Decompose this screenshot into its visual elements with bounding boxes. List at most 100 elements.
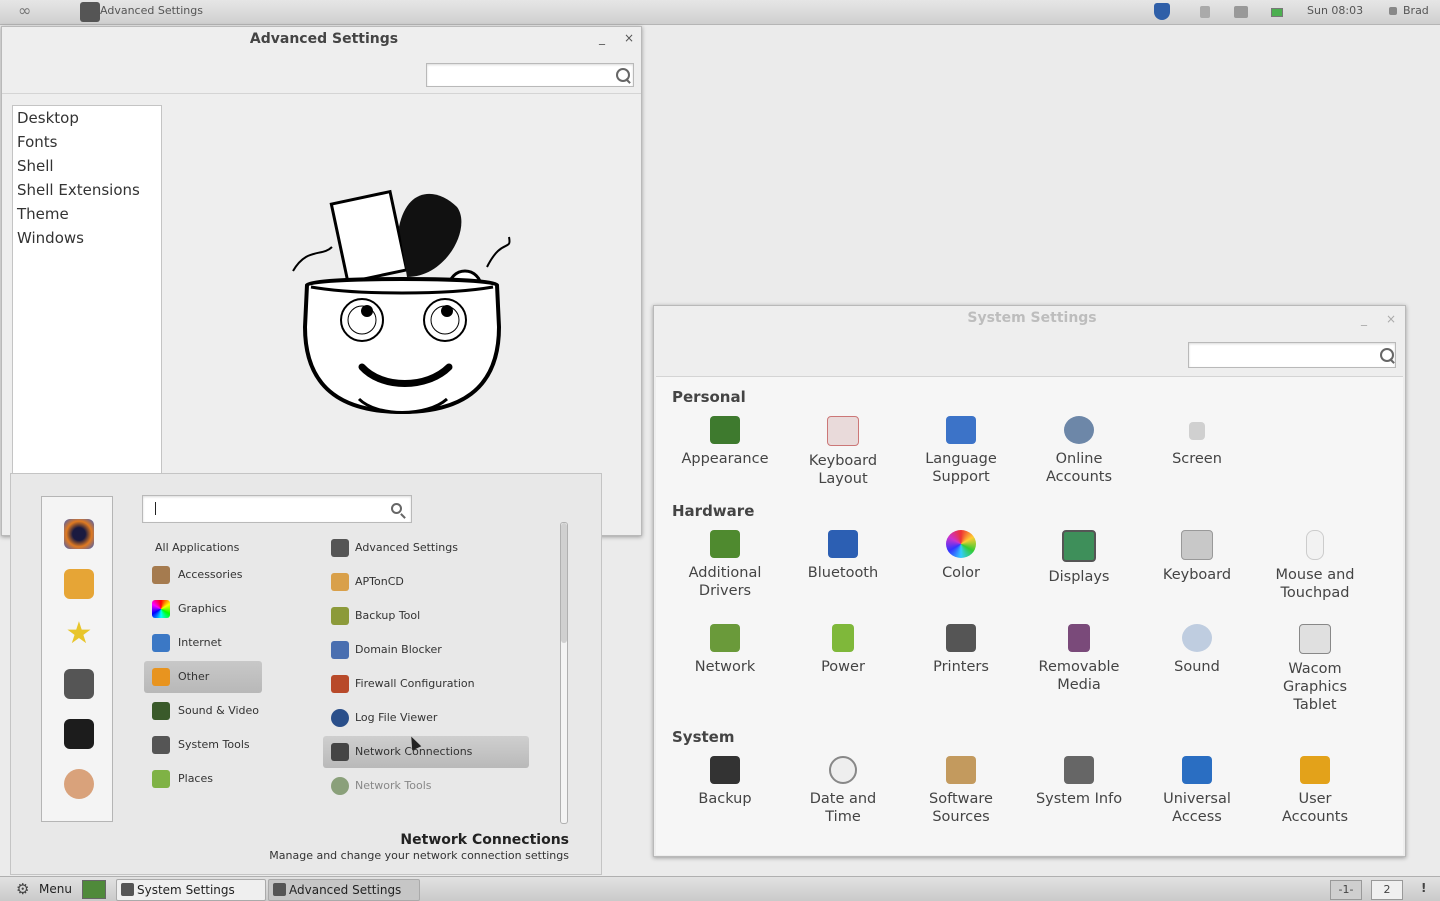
workspace-1[interactable]: -1- bbox=[1330, 880, 1362, 900]
battery-icon[interactable] bbox=[1271, 8, 1283, 17]
item-user-accounts[interactable]: User Accounts bbox=[1256, 756, 1374, 826]
sidebar-item-windows[interactable]: Windows bbox=[13, 226, 161, 250]
log-viewer-icon bbox=[331, 709, 349, 727]
sidebar-item-fonts[interactable]: Fonts bbox=[13, 130, 161, 154]
appearance-icon bbox=[710, 416, 740, 444]
item-label: Wacom Graphics Tablet bbox=[1282, 661, 1348, 713]
keyboard-layout-icon bbox=[827, 416, 859, 446]
item-backup[interactable]: Backup bbox=[666, 756, 784, 808]
task-advanced-settings[interactable]: Advanced Settings bbox=[268, 879, 420, 901]
item-label: Universal Access bbox=[1163, 791, 1231, 825]
color-icon bbox=[946, 530, 976, 558]
sidebar-item-desktop[interactable]: Desktop bbox=[13, 106, 161, 130]
fav-browser-icon[interactable] bbox=[64, 519, 94, 549]
shield-icon[interactable] bbox=[1154, 3, 1170, 20]
workspace-2[interactable]: 2 bbox=[1371, 880, 1403, 900]
top-panel: ∞ Advanced Settings Sun 08:03 Brad bbox=[0, 0, 1440, 25]
backup-tool-icon bbox=[331, 607, 349, 625]
language-icon bbox=[946, 416, 976, 444]
advanced-settings-window: Advanced Settings _ × Desktop Fonts Shel… bbox=[1, 26, 642, 547]
category-places[interactable]: Places bbox=[144, 763, 264, 793]
item-label: Sound bbox=[1174, 659, 1220, 675]
item-removable-media[interactable]: Removable Media bbox=[1020, 624, 1138, 694]
fav-bookmark-icon[interactable] bbox=[64, 569, 94, 599]
settings-icon bbox=[121, 883, 134, 896]
item-software-sources[interactable]: Software Sources bbox=[902, 756, 1020, 826]
apps-scrollbar[interactable] bbox=[560, 522, 568, 824]
settings-icon bbox=[273, 883, 286, 896]
accessibility-icon bbox=[1182, 756, 1212, 784]
tablet-icon bbox=[1299, 624, 1331, 654]
task-system-settings[interactable]: System Settings bbox=[116, 879, 266, 901]
category-system-tools[interactable]: System Tools bbox=[144, 729, 264, 759]
section-system: System bbox=[672, 728, 735, 746]
category-all-applications[interactable]: All Applications bbox=[144, 532, 274, 562]
active-window-title: Advanced Settings bbox=[100, 4, 203, 17]
sidebar-item-shell[interactable]: Shell bbox=[13, 154, 161, 178]
task-label: System Settings bbox=[137, 883, 235, 897]
fav-settings-icon[interactable] bbox=[64, 669, 94, 699]
fav-debian-icon[interactable] bbox=[64, 769, 94, 799]
item-network[interactable]: Network bbox=[666, 624, 784, 676]
scrollbar-thumb[interactable] bbox=[561, 523, 567, 643]
category-internet[interactable]: Internet bbox=[144, 627, 264, 657]
item-language-support[interactable]: Language Support bbox=[902, 416, 1020, 486]
app-network-tools[interactable]: Network Tools bbox=[323, 770, 529, 800]
user-name[interactable]: Brad bbox=[1403, 4, 1429, 17]
menu-button[interactable]: ⚙ Menu bbox=[8, 879, 78, 899]
app-backup-tool[interactable]: Backup Tool bbox=[323, 600, 529, 630]
item-bluetooth[interactable]: Bluetooth bbox=[784, 530, 902, 582]
app-advanced-settings[interactable]: Advanced Settings bbox=[323, 532, 529, 562]
item-sound[interactable]: Sound bbox=[1138, 624, 1256, 676]
item-keyboard[interactable]: Keyboard bbox=[1138, 530, 1256, 584]
item-additional-drivers[interactable]: Additional Drivers bbox=[666, 530, 784, 600]
minimize-button[interactable]: _ bbox=[592, 29, 612, 47]
alert-icon[interactable]: ! bbox=[1421, 881, 1426, 895]
item-screen[interactable]: Screen bbox=[1138, 416, 1256, 468]
item-date-time[interactable]: Date and Time bbox=[784, 756, 902, 826]
category-sound-video[interactable]: Sound & Video bbox=[144, 695, 264, 725]
item-universal-access[interactable]: Universal Access bbox=[1138, 756, 1256, 826]
search-icon bbox=[1380, 348, 1394, 362]
sidebar-item-theme[interactable]: Theme bbox=[13, 202, 161, 226]
item-mouse-touchpad[interactable]: Mouse and Touchpad bbox=[1256, 530, 1374, 602]
menu-search-input[interactable] bbox=[142, 495, 412, 523]
app-firewall-configuration[interactable]: Firewall Configuration bbox=[323, 668, 529, 698]
item-label: Keyboard Layout bbox=[808, 453, 878, 487]
search-input[interactable] bbox=[426, 63, 634, 87]
text-cursor bbox=[155, 502, 156, 515]
item-label: Network bbox=[694, 659, 756, 675]
minimize-button[interactable]: _ bbox=[1354, 310, 1374, 328]
search-input[interactable] bbox=[1188, 342, 1396, 368]
category-label: Other bbox=[178, 670, 210, 683]
sidebar-item-shell-extensions[interactable]: Shell Extensions bbox=[13, 178, 161, 202]
item-online-accounts[interactable]: Online Accounts bbox=[1020, 416, 1138, 486]
app-aptoncd[interactable]: APTonCD bbox=[323, 566, 529, 596]
bluetooth-tray-icon[interactable] bbox=[1200, 6, 1210, 18]
item-system-info[interactable]: System Info bbox=[1020, 756, 1138, 808]
app-log-file-viewer[interactable]: Log File Viewer bbox=[323, 702, 529, 732]
item-keyboard-layout[interactable]: Keyboard Layout bbox=[784, 416, 902, 488]
close-button[interactable]: × bbox=[619, 29, 639, 47]
app-network-connections[interactable]: Network Connections bbox=[323, 736, 529, 768]
fav-star-icon[interactable]: ★ bbox=[64, 619, 94, 649]
category-graphics[interactable]: Graphics bbox=[144, 593, 264, 623]
item-wacom-tablet[interactable]: Wacom Graphics Tablet bbox=[1256, 624, 1374, 714]
item-printers[interactable]: Printers bbox=[902, 624, 1020, 676]
fav-terminal-icon[interactable] bbox=[64, 719, 94, 749]
item-color[interactable]: Color bbox=[902, 530, 1020, 582]
close-button[interactable]: × bbox=[1381, 310, 1401, 328]
show-desktop-icon[interactable] bbox=[82, 880, 106, 899]
internet-icon bbox=[152, 634, 170, 652]
item-label: Software Sources bbox=[929, 791, 993, 825]
application-menu: ★ All Applications Accessories Graphics … bbox=[10, 473, 602, 875]
category-accessories[interactable]: Accessories bbox=[144, 559, 264, 589]
network-tray-icon[interactable] bbox=[1234, 6, 1248, 18]
category-other[interactable]: Other bbox=[144, 661, 262, 693]
item-power[interactable]: Power bbox=[784, 624, 902, 676]
item-displays[interactable]: Displays bbox=[1020, 530, 1138, 586]
item-appearance[interactable]: Appearance bbox=[666, 416, 784, 468]
app-domain-blocker[interactable]: Domain Blocker bbox=[323, 634, 529, 664]
clock[interactable]: Sun 08:03 bbox=[1307, 4, 1363, 17]
infinity-icon[interactable]: ∞ bbox=[18, 3, 38, 19]
